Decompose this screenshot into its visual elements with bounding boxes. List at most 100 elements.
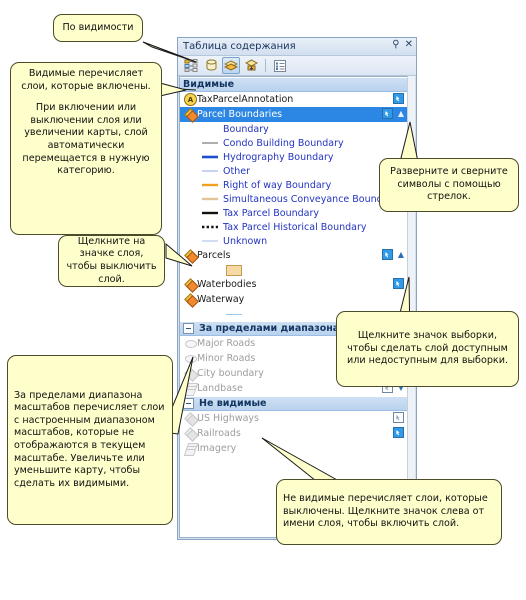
layer-label: Railroads [197, 428, 241, 439]
symbol-label: Hydrography Boundary [223, 151, 334, 163]
layer-row-taxparcelannotation[interactable]: A TaxParcelAnnotation [180, 92, 408, 107]
symbol-swatch [202, 182, 218, 188]
layer-label: City boundary [197, 368, 264, 379]
pin-icon[interactable]: ⚲ [392, 39, 399, 51]
symbol-item: Simultaneous Conveyance Boundary [180, 192, 408, 206]
callout-out-of-scale-explain: За пределами диапазона масштабов перечис… [7, 355, 173, 525]
close-icon[interactable]: ✕ [405, 39, 413, 51]
callout-selection-icon: Щелкните значок выборки, чтобы сделать с… [336, 311, 519, 387]
symbol-label: Simultaneous Conveyance Boundary [223, 193, 399, 205]
symbol-label: Unknown [223, 235, 268, 247]
polygon-layer-icon[interactable] [184, 278, 199, 293]
symbol-item-parcels-fill [180, 263, 408, 277]
layer-row-waterway[interactable]: Waterway [180, 292, 408, 308]
annotation-layer-icon[interactable]: A [184, 93, 197, 106]
symbol-swatch [202, 154, 218, 160]
polygon-layer-icon[interactable] [184, 249, 199, 264]
panel-toolbar [178, 56, 416, 76]
selection-toggle-icon[interactable] [393, 427, 404, 438]
list-by-drawing-order-icon[interactable] [182, 57, 200, 74]
selection-toggle-icon[interactable] [393, 412, 404, 423]
list-by-source-icon[interactable] [202, 57, 220, 74]
group-label-visible: Видимые [183, 79, 235, 90]
symbol-swatch [202, 196, 218, 202]
symbol-item: Right of way Boundary [180, 178, 408, 192]
selection-toggle-icon[interactable] [393, 278, 404, 289]
layer-row-waterbodies[interactable]: Waterbodies [180, 277, 408, 293]
symbol-label: Tax Parcel Boundary [223, 207, 319, 219]
line-layer-icon[interactable] [184, 293, 199, 308]
selection-toggle-icon[interactable] [381, 249, 393, 260]
group-label-not-visible: Не видимые [199, 398, 267, 409]
collapse-box-icon[interactable] [183, 398, 194, 409]
dim-line-layer-icon[interactable] [184, 427, 199, 442]
collapse-chevron-icon[interactable]: ▲ [398, 250, 404, 259]
layer-label: Imagery [197, 443, 237, 454]
symbol-item: Condo Building Boundary [180, 136, 408, 150]
layer-label: Waterway [197, 294, 245, 305]
layer-row-railroads[interactable]: Railroads [180, 426, 408, 442]
symbol-item: Boundary [180, 122, 408, 136]
dim-line-layer-icon[interactable] [184, 412, 199, 427]
line-swatch [226, 313, 242, 315]
layer-label: Parcel Boundaries [197, 109, 283, 120]
polygon-swatch [226, 264, 242, 276]
callout-text: Щелкните на значке слоя, чтобы выключить… [66, 235, 157, 285]
layer-label: Major Roads [197, 338, 256, 349]
symbol-item: Hydrography Boundary [180, 150, 408, 164]
collapse-box-icon[interactable] [183, 323, 194, 334]
toolbar-separator [265, 59, 266, 72]
dim-line-layer-icon[interactable] [184, 338, 197, 349]
callout-text: При включении или выключении слоя или ув… [22, 102, 150, 177]
symbol-swatch [202, 224, 218, 230]
layer-label: Waterbodies [197, 279, 257, 290]
dim-line-layer-icon[interactable] [184, 353, 197, 364]
layer-row-parcel-boundaries[interactable]: Parcel Boundaries ▲ [180, 107, 408, 123]
layer-row-parcels[interactable]: Parcels ▲ [180, 248, 408, 264]
layer-label: TaxParcelAnnotation [197, 94, 294, 105]
callout-text: Не видимые перечисляет слои, которые вык… [283, 493, 488, 530]
callout-expand-collapse: Разверните и сверните символы с помощью … [379, 158, 519, 212]
layer-tree[interactable]: Видимые A TaxParcelAnnotation Parcel Bou… [179, 76, 408, 538]
collapse-chevron-icon[interactable]: ▲ [398, 109, 404, 118]
table-of-contents-panel: Таблица содержания ⚲ ✕ Видимые A TaxParc… [177, 37, 417, 540]
layer-label: US Highways [197, 413, 260, 424]
screenshot-stage: Таблица содержания ⚲ ✕ Видимые A TaxParc… [0, 0, 526, 600]
callout-visible-explain: Видимые перечисляет слои, которые включе… [10, 62, 162, 235]
group-header-visible[interactable]: Видимые [180, 77, 408, 92]
dim-group-layer-icon[interactable] [183, 383, 199, 396]
symbol-item: Other [180, 164, 408, 178]
callout-text: По видимости [62, 21, 134, 33]
callout-text: Видимые перечисляет слои, которые включе… [21, 68, 151, 92]
layer-label: Parcels [197, 250, 231, 261]
layer-label: Minor Roads [197, 353, 256, 364]
layer-row-imagery[interactable]: Imagery [180, 441, 408, 456]
vertical-scrollbar[interactable] [407, 76, 415, 538]
symbol-item: Unknown [180, 234, 408, 248]
line-layer-icon[interactable] [184, 108, 199, 123]
symbol-label: Boundary [223, 123, 269, 135]
symbol-item: Tax Parcel Boundary [180, 206, 408, 220]
callout-text: За пределами диапазона масштабов перечис… [14, 389, 165, 489]
symbol-swatch [202, 168, 218, 174]
layer-label: Landbase [197, 383, 243, 394]
list-by-visibility-icon[interactable] [222, 57, 240, 74]
symbol-swatch [202, 238, 218, 244]
layer-row-us-highways[interactable]: US Highways [180, 411, 408, 427]
callout-text: Щелкните значок выборки, чтобы сделать с… [346, 330, 509, 367]
callout-by-visibility: По видимости [53, 14, 143, 42]
symbol-swatch [202, 140, 218, 146]
symbol-item: Tax Parcel Historical Boundary [180, 220, 408, 234]
list-by-selection-icon[interactable] [242, 57, 260, 74]
callout-text: Разверните и сверните символы с помощью … [390, 166, 508, 203]
dim-polygon-layer-icon[interactable] [184, 367, 199, 382]
symbol-label: Other [223, 165, 250, 177]
group-header-not-visible[interactable]: Не видимые [180, 396, 408, 411]
symbol-label: Tax Parcel Historical Boundary [223, 221, 367, 233]
dim-raster-layer-icon[interactable] [183, 443, 199, 456]
selection-toggle-icon[interactable] [381, 108, 393, 119]
panel-title: Таблица содержания [183, 41, 296, 52]
symbol-swatch [202, 210, 218, 216]
options-icon[interactable] [271, 57, 289, 74]
selection-toggle-icon[interactable] [393, 93, 404, 104]
